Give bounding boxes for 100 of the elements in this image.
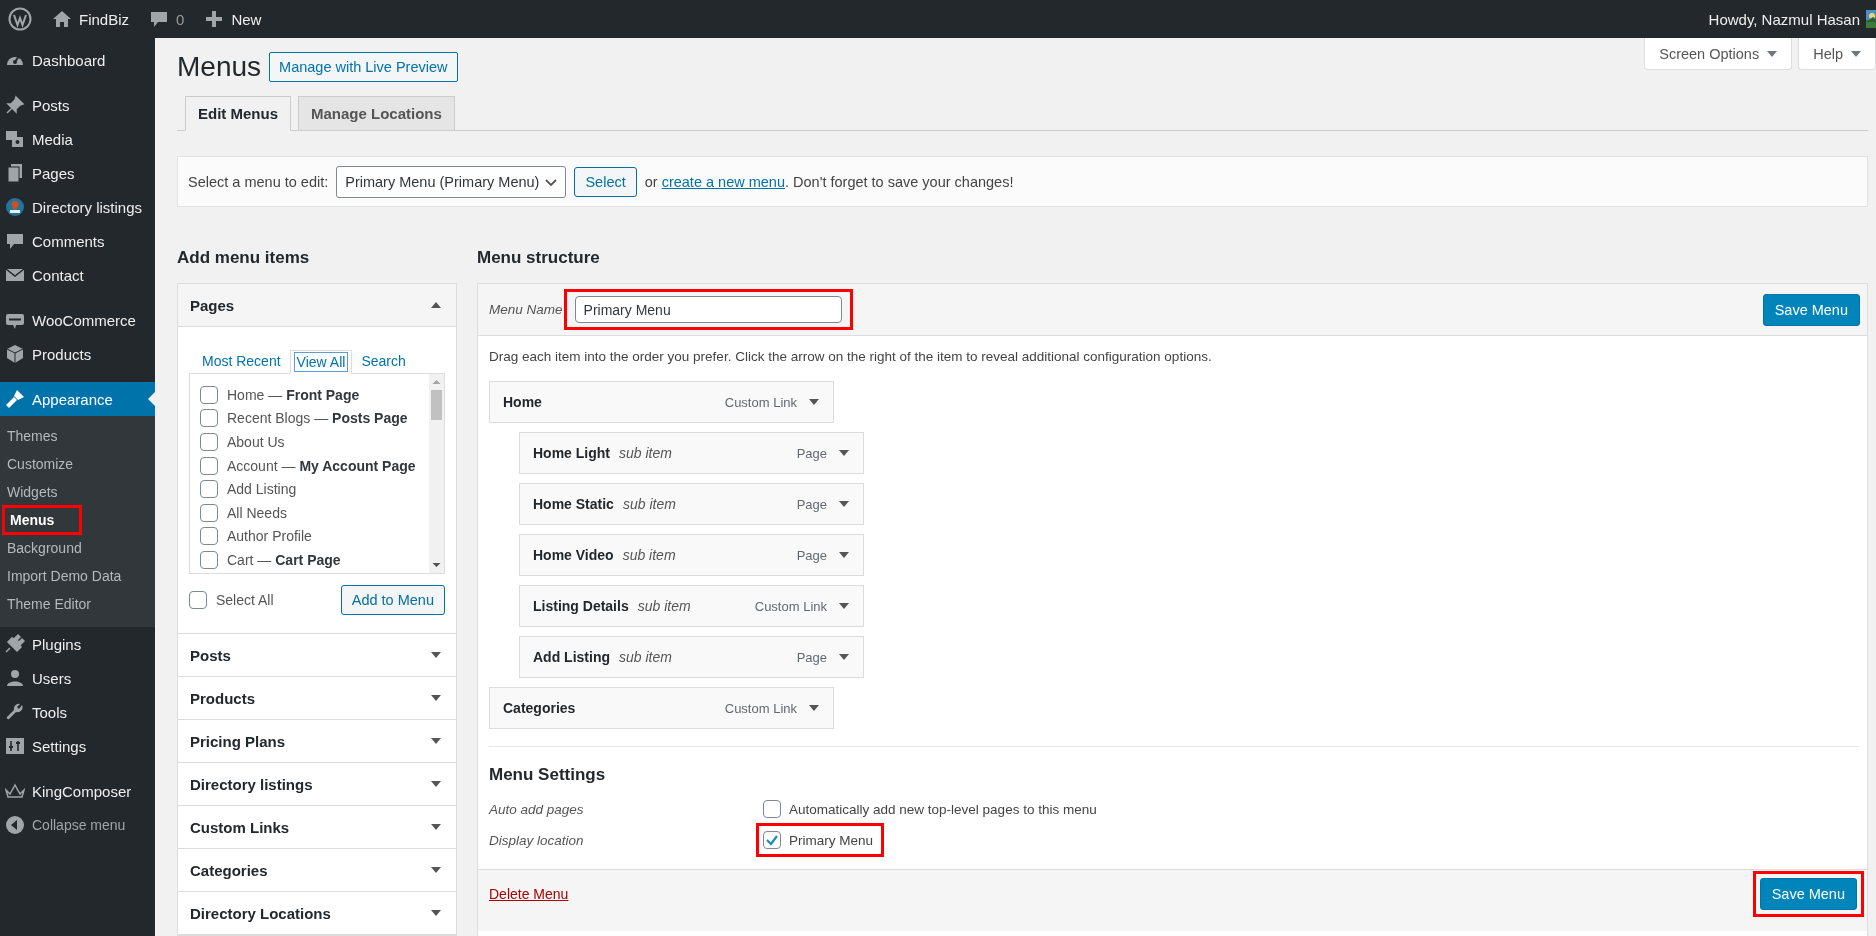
menu-item[interactable]: Home Light sub item Page <box>519 432 864 474</box>
sidebar-item[interactable]: Settings <box>0 729 155 763</box>
create-menu-link[interactable]: create a new menu <box>661 173 785 190</box>
checkbox[interactable] <box>200 550 218 569</box>
caret-down-icon[interactable] <box>431 779 441 789</box>
submenu-item[interactable]: Menus <box>5 510 60 530</box>
sidebar-item[interactable]: Contact <box>0 258 155 292</box>
sidebar-item[interactable]: Posts <box>0 88 155 122</box>
home-icon <box>52 9 72 29</box>
sidebar-item[interactable]: Directory listings <box>0 190 155 224</box>
submenu-item[interactable]: Import Demo Data <box>2 566 127 586</box>
caret-down-icon[interactable] <box>431 908 441 918</box>
checkbox[interactable] <box>200 456 218 475</box>
sidebar-item[interactable]: Comments <box>0 224 155 258</box>
tab[interactable]: Most Recent <box>195 349 288 373</box>
site-name-link[interactable]: FindBiz <box>79 10 130 28</box>
sidebar-item[interactable]: Tools <box>0 695 155 729</box>
page-option-label: All Needs <box>227 504 287 521</box>
checkbox[interactable] <box>200 433 218 451</box>
scrollbar[interactable] <box>429 374 444 573</box>
caret-down-icon[interactable] <box>431 822 441 832</box>
plug-icon <box>5 634 25 654</box>
logo-icon[interactable] <box>8 7 32 31</box>
submenu-item[interactable]: Theme Editor <box>2 594 97 614</box>
delete-menu-link[interactable]: Delete Menu <box>489 886 569 902</box>
checkbox[interactable] <box>200 385 218 404</box>
checkbox[interactable] <box>763 800 781 818</box>
collapse-menu-button[interactable]: Collapse menu <box>0 808 155 842</box>
sub-item-note: sub item <box>619 649 672 665</box>
caret-down-icon[interactable] <box>809 397 819 407</box>
caret-down-icon[interactable] <box>1851 48 1861 59</box>
menu-item[interactable]: Listing Details sub item Custom Link <box>519 585 864 627</box>
caret-down-icon[interactable] <box>431 693 441 703</box>
caret-down-icon[interactable] <box>431 865 441 875</box>
item-type-label: Page <box>796 649 827 665</box>
sidebar-item[interactable]: Dashboard <box>0 43 155 77</box>
pin-icon <box>5 95 25 115</box>
save-menu-button[interactable]: Save Menu <box>1759 878 1857 910</box>
menu-item[interactable]: Home Static sub item Page <box>519 483 864 525</box>
menu-dropdown[interactable]: Primary Menu (Primary Menu) <box>336 165 567 198</box>
sidebar-item[interactable]: KingComposer <box>0 774 155 808</box>
caret-down-icon[interactable] <box>839 601 849 611</box>
submenu-item[interactable]: Themes <box>2 426 63 446</box>
caret-up-icon[interactable] <box>431 300 441 310</box>
menu-name-field[interactable]: Primary Menu <box>574 296 842 323</box>
caret-down-icon[interactable] <box>431 650 441 660</box>
sidebar-item[interactable]: WooCommerce <box>0 303 155 337</box>
menu-item[interactable]: Add Listing sub item Page <box>519 636 864 678</box>
checkbox[interactable] <box>189 591 207 609</box>
greeting-link[interactable]: Howdy, Nazmul Hasan <box>1708 10 1860 28</box>
save-menu-button[interactable]: Save Menu <box>1762 293 1860 326</box>
accordion-header[interactable]: Pages <box>178 284 456 327</box>
sub-item-note: sub item <box>622 496 676 512</box>
checkbox[interactable] <box>200 503 218 522</box>
caret-down-icon[interactable] <box>839 652 849 662</box>
sidebar-item[interactable]: Appearance <box>0 382 155 416</box>
comment-count[interactable]: 0 <box>176 10 185 28</box>
caret-down-icon[interactable] <box>839 550 849 560</box>
tab[interactable]: View All <box>289 350 353 374</box>
new-link[interactable]: New <box>231 10 262 28</box>
setting-label: Auto add pages <box>489 801 585 817</box>
select-hint-text: or create a new menu. Don't forget to save your changes! <box>644 173 1014 190</box>
caret-down-icon[interactable] <box>839 499 849 509</box>
instructions-text: Drag each item into the order you prefer. Click the arrow on the right of the item to reveal additional configuration options. <box>489 349 1213 364</box>
help-tab[interactable]: Help <box>1798 38 1876 70</box>
page-option-label: About Us <box>227 434 285 450</box>
checkbox[interactable] <box>200 527 218 546</box>
sidebar-item[interactable]: Media <box>0 122 155 156</box>
menu-item[interactable]: Categories Custom Link <box>489 687 834 729</box>
menu-item[interactable]: Home Custom Link <box>489 381 834 423</box>
submenu-item[interactable]: Customize <box>2 454 79 474</box>
caret-down-icon[interactable] <box>839 448 849 458</box>
menu-item[interactable]: Home Video sub item Page <box>519 534 864 576</box>
caret-down-icon[interactable] <box>431 736 441 746</box>
menu-name-label: Menu Name <box>489 302 563 317</box>
checkbox[interactable] <box>200 480 218 499</box>
checkbox[interactable] <box>200 409 218 428</box>
caret-down-icon[interactable] <box>1767 48 1778 59</box>
menu-item-title: Home <box>503 394 542 410</box>
tab[interactable]: Edit Menus <box>185 96 291 131</box>
user-icon <box>5 668 25 688</box>
tab[interactable]: Manage Locations <box>298 96 455 130</box>
sidebar-item[interactable]: Products <box>0 337 155 371</box>
sidebar-item[interactable]: Pages <box>0 156 155 190</box>
add-to-menu-button[interactable]: Add to Menu <box>340 585 445 615</box>
caret-down-icon[interactable] <box>809 703 819 713</box>
live-preview-button[interactable]: Manage with Live Preview <box>269 52 458 82</box>
submenu-item[interactable]: Background <box>2 538 87 558</box>
screen-options-tab[interactable]: Screen Options <box>1644 38 1793 70</box>
submenu-item[interactable]: Widgets <box>2 482 63 502</box>
menu-item-title: Categories <box>503 700 576 716</box>
sidebar-item[interactable]: Plugins <box>0 627 155 661</box>
page-title: Menus <box>177 51 262 83</box>
menu-item-title: Home Video <box>533 547 614 563</box>
option-label: Primary Menu <box>789 832 874 848</box>
select-button[interactable]: Select <box>574 166 637 197</box>
tab[interactable]: Search <box>354 349 413 373</box>
checkbox[interactable] <box>763 831 781 849</box>
sidebar-item[interactable]: Users <box>0 661 155 695</box>
setting-label: Display location <box>489 832 585 848</box>
